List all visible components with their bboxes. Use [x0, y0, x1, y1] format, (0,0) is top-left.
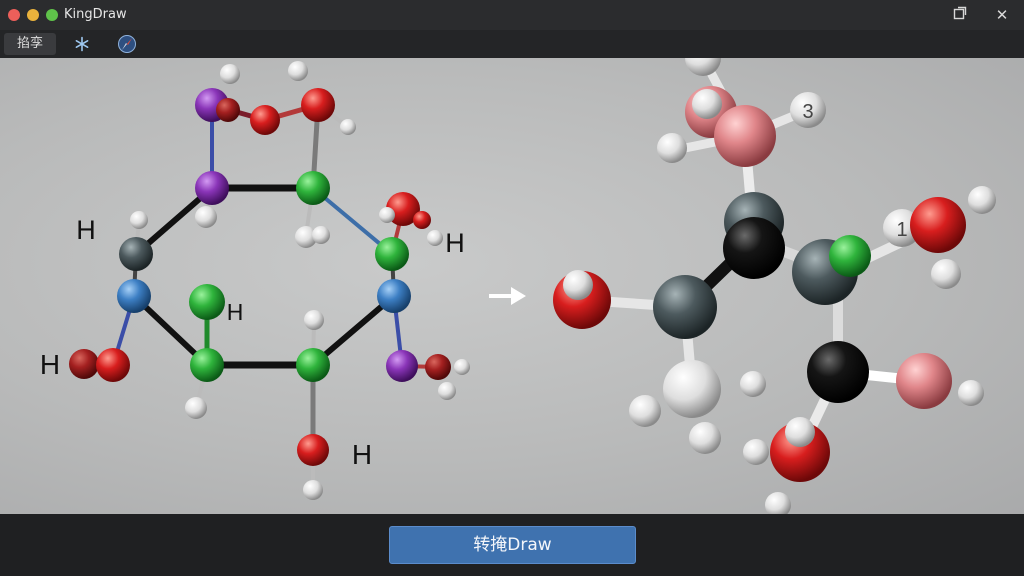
- atom-carbon[interactable]: [189, 284, 225, 320]
- zoom-window-light[interactable]: [46, 9, 58, 21]
- convert-draw-button[interactable]: 转掩Draw: [389, 526, 636, 564]
- hydrogen-label: H: [445, 228, 465, 258]
- atom-carbon[interactable]: [296, 348, 330, 382]
- atom-pink[interactable]: [714, 105, 776, 167]
- close-icon: ✕: [995, 6, 1009, 24]
- atom-carbon[interactable]: [190, 348, 224, 382]
- atom-hydrogen[interactable]: [303, 480, 323, 500]
- atom-hydrogen[interactable]: [288, 61, 308, 81]
- molecule-viewport[interactable]: H H H H H 3 1: [0, 58, 1024, 514]
- atom-carbon[interactable]: [829, 235, 871, 277]
- atom-hydrogen[interactable]: [740, 371, 766, 397]
- hydrogen-label: H: [40, 349, 60, 380]
- atom-hydrogen[interactable]: [958, 380, 984, 406]
- atom-hydrogen[interactable]: [743, 439, 769, 465]
- atom-carbon-black[interactable]: [807, 341, 869, 403]
- atom-hydrogen[interactable]: [968, 186, 996, 214]
- atom-hydrogen[interactable]: [340, 119, 356, 135]
- atom-hydrogen[interactable]: [931, 259, 961, 289]
- atom-oxygen[interactable]: [301, 88, 335, 122]
- title-bar: KingDraw ✕: [0, 0, 1024, 30]
- atom-oxygen[interactable]: [297, 434, 329, 466]
- atom-hydrogen[interactable]: [427, 230, 443, 246]
- atom-hydrogen[interactable]: [185, 397, 207, 419]
- atom-hydrogen[interactable]: [304, 310, 324, 330]
- atom-carbon-black[interactable]: [723, 217, 785, 279]
- atom-hydrogen-large[interactable]: [663, 360, 721, 418]
- atom-purple[interactable]: [386, 350, 418, 382]
- atom-hydrogen[interactable]: [438, 382, 456, 400]
- hydrogen-label: H: [352, 439, 372, 470]
- molecule-canvas[interactable]: H H H H H 3 1: [0, 58, 1024, 514]
- bottom-bar: 转掩Draw: [0, 514, 1024, 576]
- atom-hydrogen[interactable]: [765, 492, 791, 514]
- right-arrow-icon: [489, 287, 526, 305]
- atom-carbon[interactable]: [296, 171, 330, 205]
- atom-oxygen[interactable]: [910, 197, 966, 253]
- restore-button[interactable]: [948, 4, 972, 26]
- atom-oxygen[interactable]: [413, 211, 431, 229]
- compass-icon: [118, 35, 136, 53]
- atom-hydrogen[interactable]: [629, 395, 661, 427]
- atom-hydrogen[interactable]: [563, 270, 593, 300]
- minimize-window-light[interactable]: [27, 9, 39, 21]
- window-title: KingDraw: [64, 7, 127, 22]
- atom-oxygen[interactable]: [69, 349, 99, 379]
- snowflake-tool[interactable]: [70, 33, 94, 55]
- atom-oxygen[interactable]: [96, 348, 130, 382]
- atom-purple[interactable]: [195, 171, 229, 205]
- left-molecule[interactable]: H H H H H: [40, 61, 470, 500]
- toolbar: 掐孪: [0, 30, 1024, 58]
- right-molecule[interactable]: 3 1: [553, 58, 996, 514]
- atom-carbon-gray[interactable]: [119, 237, 153, 271]
- atom-hydrogen[interactable]: [785, 417, 815, 447]
- atom-carbon[interactable]: [375, 237, 409, 271]
- atom-hydrogen[interactable]: [195, 206, 217, 228]
- atom-carbon-gray[interactable]: [653, 275, 717, 339]
- atom-hydrogen[interactable]: [657, 133, 687, 163]
- atom-oxygen[interactable]: [250, 105, 280, 135]
- restore-icon: [953, 6, 967, 20]
- atom-pink[interactable]: [896, 353, 952, 409]
- atom-hydrogen[interactable]: [130, 211, 148, 229]
- atom-hydrogen[interactable]: [689, 422, 721, 454]
- atom-nitrogen[interactable]: [377, 279, 411, 313]
- snowflake-icon: [75, 36, 89, 52]
- close-window-light[interactable]: [8, 9, 20, 21]
- atom-number-label: 3: [802, 101, 813, 123]
- hydrogen-label: H: [227, 299, 244, 325]
- atom-hydrogen[interactable]: [454, 359, 470, 375]
- close-button[interactable]: ✕: [990, 4, 1014, 26]
- hydrogen-label: H: [76, 215, 96, 245]
- atom-hydrogen[interactable]: [692, 89, 722, 119]
- atom-number-label: 1: [896, 219, 907, 241]
- atom-oxygen[interactable]: [216, 98, 240, 122]
- left-atoms[interactable]: [69, 61, 470, 500]
- compass-tool[interactable]: [115, 33, 139, 55]
- atom-hydrogen[interactable]: [220, 64, 240, 84]
- atom-nitrogen[interactable]: [117, 279, 151, 313]
- atom-oxygen[interactable]: [425, 354, 451, 380]
- atom-hydrogen[interactable]: [312, 226, 330, 244]
- tab-main[interactable]: 掐孪: [4, 33, 56, 55]
- atom-hydrogen[interactable]: [379, 207, 395, 223]
